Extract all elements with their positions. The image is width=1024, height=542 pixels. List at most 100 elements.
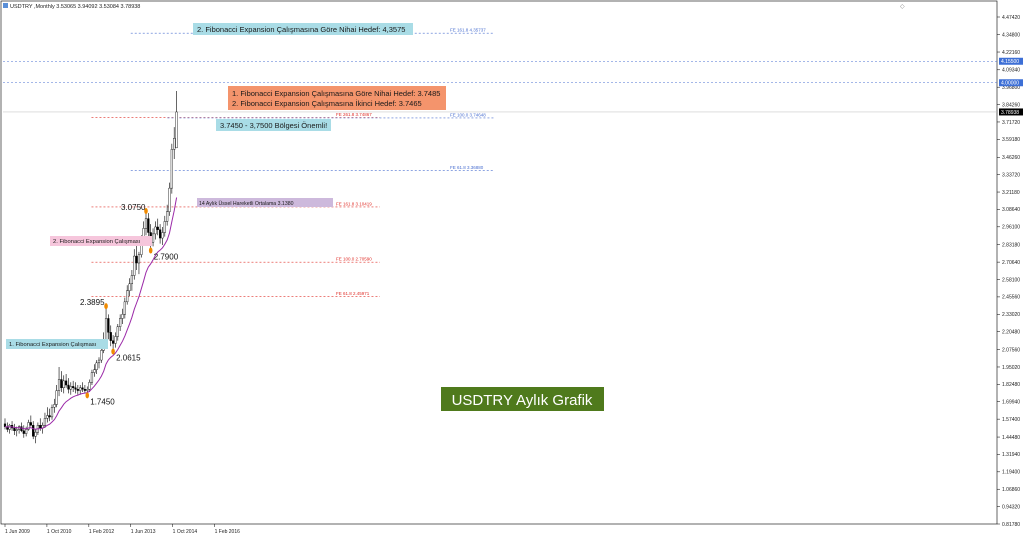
level-tag-1-label: 4.15500 bbox=[1001, 59, 1019, 65]
candle-body bbox=[46, 415, 49, 419]
candle-body bbox=[60, 379, 63, 389]
swing-label: 3.0750 bbox=[121, 203, 146, 212]
candle-body bbox=[95, 362, 98, 370]
level-tag-2: 4.00000 bbox=[999, 79, 1023, 87]
annotation-target-1: 1. Fibonacci Expansion Çalışmasına Göre … bbox=[228, 86, 446, 110]
candle-body bbox=[55, 390, 58, 405]
candle-body bbox=[123, 301, 126, 315]
candle-body bbox=[50, 407, 54, 418]
candle-body bbox=[156, 226, 159, 230]
x-tick-label: 1 Feb 2016 bbox=[215, 529, 241, 535]
annotation-target-2: 2. Fibonacci Expansion Çalışmasına Göre … bbox=[193, 23, 413, 35]
swing-label: 2.3895 bbox=[80, 298, 105, 307]
candle-body bbox=[67, 384, 70, 390]
candle-body bbox=[29, 422, 32, 426]
candle-body bbox=[53, 404, 56, 408]
candle-body bbox=[135, 255, 138, 264]
annotation-target-1-line1: 1. Fibonacci Expansion Çalışmasına Göre … bbox=[232, 89, 440, 98]
candle-body bbox=[13, 427, 16, 431]
candle-body bbox=[116, 326, 119, 337]
candle-body bbox=[64, 380, 68, 386]
chart-header-title: USDTRY ,Monthly 3.53065 3.94092 3.53084 … bbox=[10, 4, 140, 10]
y-tick-label: 3.21180 bbox=[1002, 190, 1020, 196]
y-tick-label: 2.33020 bbox=[1002, 312, 1020, 318]
y-tick-label: 2.70640 bbox=[1002, 260, 1020, 266]
annotation-ema: 14 Aylık Üssel Hareketli Ortalama 3.1380 bbox=[197, 198, 333, 207]
fib-label: FE 61.8 2.45971 bbox=[336, 291, 370, 296]
y-tick-label: 2.45560 bbox=[1002, 295, 1020, 301]
candle-body bbox=[126, 290, 129, 303]
annotation-fib-work-2: 2. Fibonacci Expansion Çalışması bbox=[50, 236, 152, 246]
swing-label: 2.0615 bbox=[116, 354, 141, 363]
y-tick-label: 4.34800 bbox=[1002, 32, 1020, 38]
candle-body bbox=[119, 318, 122, 327]
level-tag-2-label: 4.00000 bbox=[1001, 81, 1019, 87]
y-tick-label: 3.59180 bbox=[1002, 137, 1020, 143]
plot-frame bbox=[0, 0, 998, 525]
candle-body bbox=[175, 111, 178, 149]
candle-body bbox=[161, 232, 164, 239]
fib-label: FE 61.8 3.36880 bbox=[450, 165, 484, 170]
y-tick-label: 2.20480 bbox=[1002, 329, 1020, 335]
candle-body bbox=[81, 387, 84, 390]
candle-body bbox=[43, 418, 47, 426]
big-title-text: USDTRY Aylık Grafik bbox=[452, 392, 593, 409]
candle-body bbox=[25, 429, 28, 434]
scroll-indicator-icon: ◇ bbox=[900, 4, 905, 10]
swing-marker bbox=[85, 392, 90, 399]
swing-label: 2.7900 bbox=[154, 253, 179, 262]
candle-body bbox=[166, 211, 169, 222]
candle-body bbox=[79, 387, 82, 391]
candle-body bbox=[34, 431, 37, 437]
y-tick-label: 0.81780 bbox=[1002, 522, 1020, 528]
chart-area: USDTRY ,Monthly 3.53065 3.94092 3.53084 … bbox=[0, 0, 1023, 535]
annotation-target-2-text: 2. Fibonacci Expansion Çalışmasına Göre … bbox=[197, 25, 405, 34]
y-tick-label: 2.96100 bbox=[1002, 225, 1020, 231]
candle-body bbox=[163, 221, 166, 233]
y-tick-label: 3.08640 bbox=[1002, 207, 1020, 213]
swing-marker bbox=[104, 303, 108, 310]
candle-body bbox=[57, 379, 61, 391]
fib-label: FE 100.0 3.74648 bbox=[450, 112, 486, 117]
y-tick-label: 1.31940 bbox=[1002, 452, 1020, 458]
candle-body bbox=[39, 425, 42, 429]
y-tick-label: 4.09340 bbox=[1002, 68, 1020, 74]
candle-body bbox=[128, 283, 131, 291]
y-axis: 4.474204.348004.221604.093403.968003.842… bbox=[997, 15, 1020, 528]
y-tick-label: 3.46260 bbox=[1002, 155, 1020, 161]
candle-body bbox=[170, 149, 173, 189]
x-axis: 1 Jun 2009 1 Oct 2010 1 Feb 2012 1 Jun 2013… bbox=[4, 524, 241, 535]
candle-body bbox=[76, 388, 79, 391]
candle-body bbox=[133, 255, 136, 276]
y-tick-label: 1.57400 bbox=[1002, 417, 1020, 423]
swing-marker bbox=[148, 247, 153, 254]
candle-body bbox=[130, 275, 133, 285]
y-tick-label: 2.07560 bbox=[1002, 347, 1020, 353]
annotation-fib-work-1: 1. Fibonacci Expansion Çalışması bbox=[6, 339, 108, 349]
annotation-ema-text: 14 Aylık Üssel Hareketli Ortalama 3.1380 bbox=[199, 200, 294, 207]
header-icon bbox=[3, 3, 8, 8]
candle-body bbox=[90, 372, 94, 383]
candle-body bbox=[72, 386, 75, 389]
candle-body bbox=[74, 387, 77, 390]
y-tick-label: 1.82480 bbox=[1002, 382, 1020, 388]
swing-label: 1.7450 bbox=[90, 397, 115, 406]
annotation-zone-text: 3.7450 - 3,7500 Bölgesi Önemli! bbox=[220, 121, 327, 130]
annotation-zone: 3.7450 - 3,7500 Bölgesi Önemli! bbox=[216, 119, 331, 131]
candle-body bbox=[154, 226, 157, 235]
annotation-target-1-line2: 2. Fibonacci Expansion Çalışmasına İkinc… bbox=[232, 99, 422, 108]
candle-body bbox=[111, 340, 115, 344]
candle-body bbox=[32, 425, 35, 437]
candle-body bbox=[97, 359, 101, 364]
x-tick-label: 1 Feb 2012 bbox=[89, 529, 115, 535]
y-tick-label: 1.19400 bbox=[1002, 470, 1020, 476]
candle-body bbox=[100, 350, 103, 361]
fib-label: FE 161.8 3.10419 bbox=[336, 201, 372, 206]
candle-body bbox=[158, 229, 162, 239]
y-tick-label: 4.22160 bbox=[1002, 50, 1020, 56]
y-tick-label: 3.71720 bbox=[1002, 120, 1020, 126]
candle-body bbox=[93, 369, 96, 373]
y-tick-label: 3.84260 bbox=[1002, 102, 1020, 108]
y-tick-label: 2.58100 bbox=[1002, 277, 1020, 283]
candle-body bbox=[83, 388, 86, 391]
